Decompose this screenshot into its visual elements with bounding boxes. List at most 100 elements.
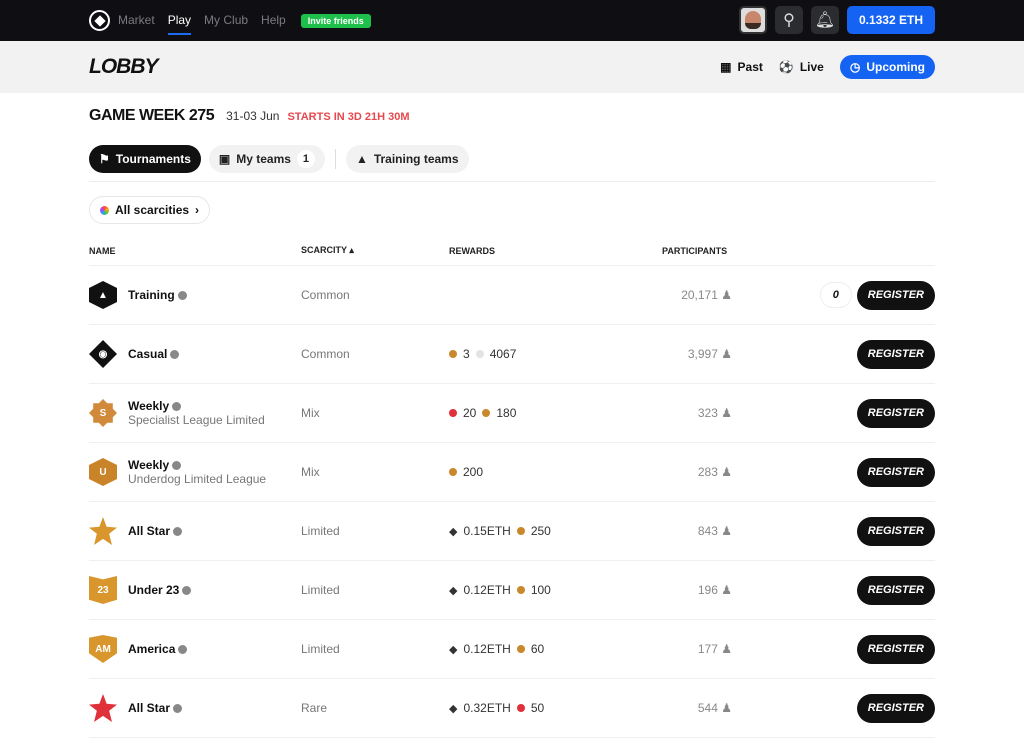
participants: 196 ♟ [697,583,732,597]
avatar[interactable] [738,6,767,34]
coin-icon [449,468,457,476]
game-week-dates: 31-03 Jun [226,109,280,123]
eth-icon: ◆ [449,643,458,656]
filter-past[interactable]: ▦ Past [720,60,763,74]
tournament-name[interactable]: Weekly [128,399,169,413]
reward-value: 20 [463,406,477,420]
tournament-name[interactable]: Training [128,288,175,302]
search-button[interactable]: ⚲ [774,6,803,34]
game-week-title: GAME WEEK 275 [89,107,215,124]
register-button[interactable]: REGISTER [856,339,935,369]
calendar-icon: ▦ [720,60,732,74]
tournament-name[interactable]: Casual [128,347,167,361]
nav-market[interactable]: Market [118,0,155,41]
table-header: NAME SCARCITY ▴ REWARDS PARTICIPANTS [89,236,935,266]
nav-help[interactable]: Help [261,0,286,41]
tournament-badge-icon [89,517,117,545]
register-button[interactable]: REGISTER [856,280,935,310]
info-icon[interactable] [170,350,180,359]
register-button[interactable]: REGISTER [856,398,935,428]
tournament-name[interactable]: All Star [128,701,170,715]
filter-live[interactable]: ⚽ Live [779,60,824,74]
tournament-name[interactable]: All Star [128,524,170,538]
eth-icon: ◆ [449,525,458,538]
table-row[interactable]: AM America Limited ◆ 0.12ETH 60 177 ♟ REGIS… [89,620,935,679]
eth-icon: ◆ [449,584,458,597]
tab-training-teams[interactable]: ▲ Training teams [345,145,469,173]
rainbow-icon [100,205,109,215]
user-icon: ♟ [721,642,732,656]
scarcity: Limited [301,583,340,597]
table-row[interactable]: 23 Under 23 Limited ◆ 0.12ETH 100 196 ♟ REG… [89,561,935,620]
rewards: ◆ 0.12ETH 100 [449,583,589,597]
reward-value: 0.15ETH [463,524,511,538]
tab-my-teams[interactable]: ▣ My teams 1 [208,145,325,173]
table-row[interactable]: All Star Rare ◆ 0.32ETH 50 544 ♟ REGISTER [89,679,935,738]
tab-tournaments[interactable]: ⚑ Tournaments [89,145,201,173]
participants: 283 ♟ [697,465,732,479]
reward-value: 180 [496,406,517,420]
table-row[interactable]: All Star Limited ◆ 0.15ETH 250 843 ♟ REGIS… [89,502,935,561]
tournament-name[interactable]: Weekly [128,458,169,472]
reward-value: 100 [530,583,551,597]
reward-value: 200 [463,465,484,479]
scarcity: Limited [301,524,340,538]
nav-play[interactable]: Play [167,0,192,41]
table-row[interactable]: ◉ Casual Common 3 4067 3,997 ♟ REGISTER [89,325,935,384]
tournament-badge-icon: U [89,458,117,486]
user-icon: ♟ [721,524,732,538]
lineup-count[interactable]: 0 [819,282,852,308]
coin-icon [516,645,525,653]
wallet-balance-button[interactable]: 0.1332 ETH [846,6,935,34]
rewards: ◆ 0.12ETH 60 [449,642,589,656]
participants: 544 ♟ [697,701,732,715]
tournament-badge-icon: ◉ [89,340,117,368]
info-icon[interactable] [172,402,182,411]
info-icon[interactable] [177,291,187,300]
search-icon: ⚲ [783,12,795,29]
rewards: 3 4067 [449,347,589,361]
info-icon[interactable] [173,704,183,713]
page-title: LOBBY [89,55,158,78]
user-icon: ♟ [721,465,732,479]
rewards: ◆ 0.15ETH 250 [449,524,589,538]
user-icon: ♟ [721,406,732,420]
logo-icon[interactable] [89,10,110,31]
tournament-badge-icon: ▲ [89,281,117,309]
reward-value: 250 [530,524,551,538]
info-icon[interactable] [173,527,183,536]
coin-icon [516,586,525,594]
tournament-name[interactable]: Under 23 [128,583,179,597]
count-badge: 1 [296,150,315,168]
scarcity-filter[interactable]: All scarcities › [89,196,211,224]
cone-icon: ▲ [355,152,368,166]
col-name[interactable]: NAME [89,246,301,256]
filter-upcoming[interactable]: ◷ Upcoming [839,55,935,79]
nav-my-club[interactable]: My Club [204,0,248,41]
col-rewards: REWARDS [449,245,496,256]
register-button[interactable]: REGISTER [856,457,935,487]
register-button[interactable]: REGISTER [856,516,935,546]
rewards: 200 [449,465,589,479]
table-row[interactable]: ▲ Training Common 20,171 ♟ 0 REGISTER [89,266,935,325]
info-icon[interactable] [178,645,188,654]
register-button[interactable]: REGISTER [856,575,935,605]
notifications-button[interactable]: 🔔︎ [810,6,839,34]
participants: 20,171 ♟ [681,288,732,302]
register-button[interactable]: REGISTER [856,634,935,664]
top-nav: Market Play My Club Help Invite friends ⚲ 🔔… [0,0,1024,41]
register-button[interactable]: REGISTER [856,693,935,723]
invite-friends-button[interactable]: Invite friends [300,13,371,28]
tournament-name[interactable]: America [128,642,175,656]
table-row[interactable]: S Weekly Specialist League Limited Mix 20 1… [89,384,935,443]
info-icon[interactable] [172,461,182,470]
col-scarcity[interactable]: SCARCITY ▴ [301,245,449,256]
info-icon[interactable] [182,586,192,595]
reward-value: 4067 [489,347,517,361]
ball-icon: ⚽ [778,60,794,74]
scarcity: Limited [301,642,340,656]
tournament-subtitle: Specialist League Limited [128,413,265,427]
participants: 323 ♟ [697,406,732,420]
table-row[interactable]: U Weekly Underdog Limited League Mix 200 2… [89,443,935,502]
scarcity: Mix [301,465,320,479]
